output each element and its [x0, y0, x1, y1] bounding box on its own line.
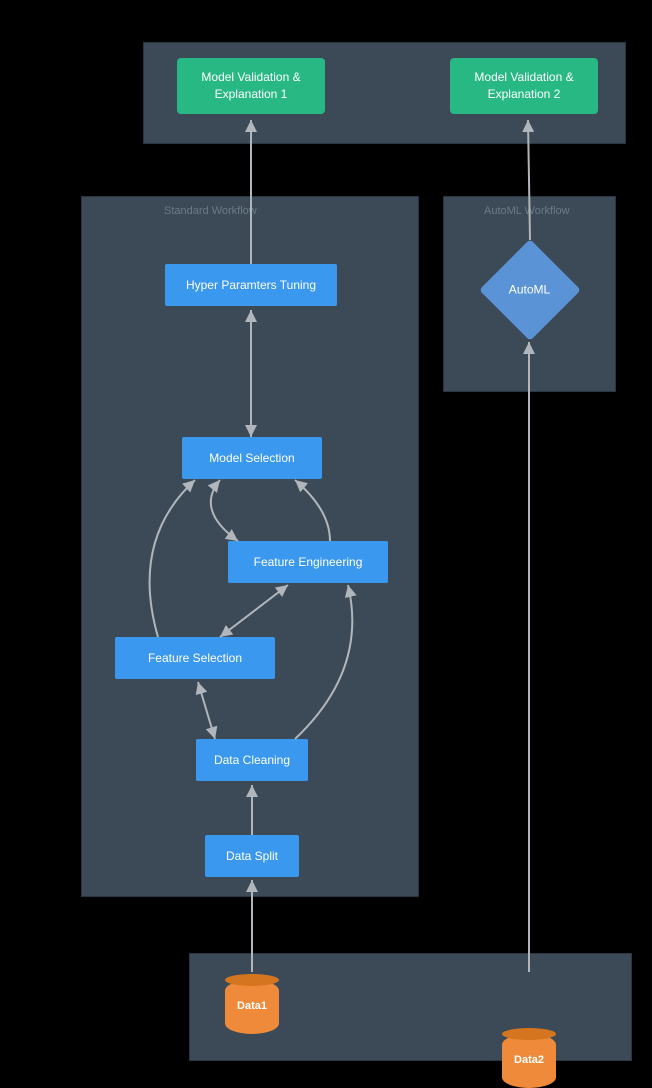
model-validation-2-label: Model Validation & Explanation 2 [458, 69, 590, 103]
feature-selection-node: Feature Selection [115, 637, 275, 679]
model-validation-1-node: Model Validation & Explanation 1 [177, 58, 325, 114]
model-selection-node: Model Selection [182, 437, 322, 479]
data1-label: Data1 [237, 999, 267, 1014]
data-split-node: Data Split [205, 835, 299, 877]
feature-selection-label: Feature Selection [148, 650, 242, 667]
standard-workflow-label: Standard Workflow [164, 205, 257, 217]
hyper-params-node: Hyper Paramters Tuning [165, 264, 337, 306]
model-selection-label: Model Selection [209, 450, 294, 467]
data-cleaning-node: Data Cleaning [196, 739, 308, 781]
automl-label: AutoML [509, 282, 550, 299]
hyper-params-label: Hyper Paramters Tuning [186, 277, 316, 294]
model-validation-1-label: Model Validation & Explanation 1 [185, 69, 317, 103]
feature-engineering-node: Feature Engineering [228, 541, 388, 583]
model-validation-2-node: Model Validation & Explanation 2 [450, 58, 598, 114]
data2-label: Data2 [514, 1053, 544, 1068]
data1-cylinder: Data1 [225, 980, 279, 1034]
feature-engineering-label: Feature Engineering [254, 554, 363, 571]
data-cleaning-label: Data Cleaning [214, 752, 290, 769]
data-split-label: Data Split [226, 848, 278, 865]
data2-cylinder: Data2 [502, 1034, 556, 1088]
automl-workflow-label: AutoML Workflow [484, 205, 570, 217]
